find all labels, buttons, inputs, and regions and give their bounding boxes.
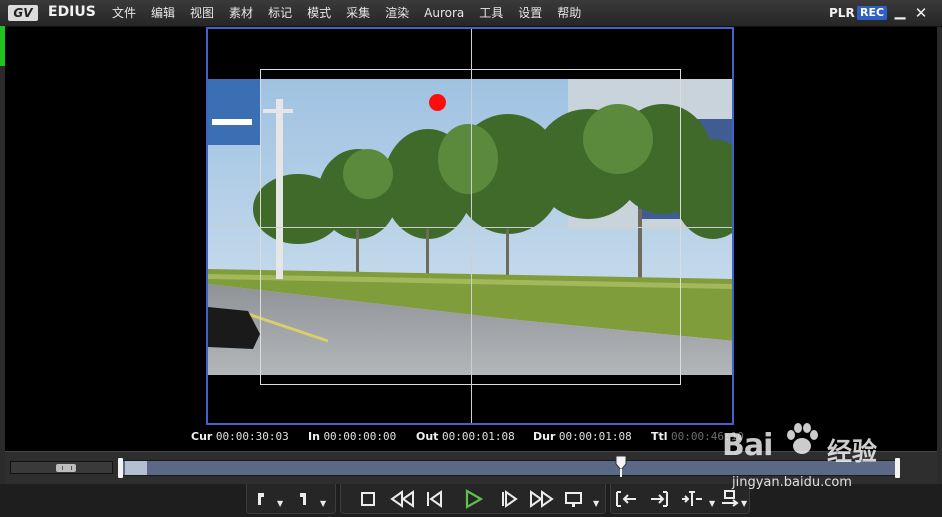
- menu-render[interactable]: 渲染: [385, 5, 409, 21]
- baidu-jingyan-text: 经验: [827, 437, 878, 466]
- set-in-point-button[interactable]: [250, 488, 272, 510]
- output-monitor-button[interactable]: [563, 488, 585, 510]
- shuttle-slider-thumb[interactable]: [56, 464, 76, 472]
- baidu-watermark: Bai 经验 jingyan.baidu.com: [722, 418, 892, 493]
- timecode-in: In 00:00:00:00: [308, 430, 396, 443]
- ttl-label: Ttl: [651, 430, 668, 443]
- menu-settings[interactable]: 设置: [518, 5, 542, 21]
- preview-monitor: [5, 27, 937, 451]
- minimize-button[interactable]: ▁: [892, 4, 908, 22]
- set-out-point-button[interactable]: [292, 488, 314, 510]
- dur-value[interactable]: 00:00:01:08: [559, 430, 632, 443]
- menu-clip[interactable]: 素材: [229, 5, 253, 21]
- player-mode-button[interactable]: PLR: [829, 6, 855, 20]
- title-bar: GV EDIUS 文件 编辑 视图 素材 标记 模式 采集 渲染 Aurora …: [0, 0, 942, 27]
- menu-bar: 文件 编辑 视图 素材 标记 模式 采集 渲染 Aurora 工具 设置 帮助: [112, 5, 596, 21]
- extend-dropdown-arrow[interactable]: ▼: [741, 500, 749, 508]
- preview-frame[interactable]: [206, 27, 734, 425]
- set-out-point-icon: [300, 493, 306, 505]
- split-edit-icon: [682, 491, 702, 506]
- out-point-handle[interactable]: [895, 458, 900, 478]
- menu-mode[interactable]: 模式: [307, 5, 331, 21]
- set-in-point-icon: [258, 493, 264, 505]
- menu-marker[interactable]: 标记: [268, 5, 292, 21]
- step-forward-icon: [502, 490, 518, 508]
- menu-help[interactable]: 帮助: [557, 5, 581, 21]
- playhead-marker[interactable]: [615, 455, 627, 477]
- rewind-button[interactable]: [389, 488, 414, 510]
- out-value[interactable]: 00:00:01:08: [442, 430, 515, 443]
- in-out-range: [125, 461, 147, 475]
- recorder-mode-button[interactable]: REC: [857, 6, 887, 20]
- play-button[interactable]: [462, 488, 484, 510]
- menu-capture[interactable]: 采集: [346, 5, 370, 21]
- dur-label: Dur: [533, 430, 556, 443]
- menu-tools[interactable]: 工具: [479, 5, 503, 21]
- cur-value[interactable]: 00:00:30:03: [216, 430, 289, 443]
- in-point-handle[interactable]: [118, 458, 123, 478]
- fast-forward-button[interactable]: [529, 488, 554, 510]
- timecode-cur: Cur 00:00:30:03: [191, 430, 289, 443]
- step-forward-button[interactable]: [498, 488, 520, 510]
- in-point-dropdown-arrow[interactable]: ▼: [277, 500, 285, 508]
- stop-icon: [361, 492, 375, 506]
- step-back-icon: [427, 490, 442, 508]
- insert-to-timeline-icon: [616, 491, 636, 507]
- shuttle-slider[interactable]: [10, 461, 113, 474]
- insert-to-timeline-button[interactable]: [614, 488, 636, 510]
- menu-file[interactable]: 文件: [112, 5, 136, 21]
- menu-view[interactable]: 视图: [190, 5, 214, 21]
- baidu-url: jingyan.baidu.com: [732, 475, 852, 490]
- out-point-dropdown-arrow[interactable]: ▼: [320, 500, 328, 508]
- in-label: In: [308, 430, 320, 443]
- step-back-button[interactable]: [423, 488, 445, 510]
- output-monitor-icon: [565, 492, 582, 507]
- timecode-dur: Dur 00:00:01:08: [533, 430, 632, 443]
- in-value[interactable]: 00:00:00:00: [323, 430, 396, 443]
- fast-forward-icon: [530, 490, 554, 508]
- app-name: EDIUS: [48, 4, 96, 20]
- timecode-out: Out 00:00:01:08: [416, 430, 515, 443]
- stop-button[interactable]: [357, 488, 379, 510]
- cur-label: Cur: [191, 430, 213, 443]
- output-dropdown-arrow[interactable]: ▼: [593, 500, 601, 508]
- menu-aurora[interactable]: Aurora: [424, 5, 464, 21]
- split-edit-button[interactable]: [679, 488, 702, 510]
- play-icon: [465, 489, 484, 509]
- baidu-logo: Bai: [722, 428, 773, 463]
- menu-edit[interactable]: 编辑: [151, 5, 175, 21]
- mark-group: ▼ ▼: [246, 484, 336, 514]
- playback-group: ▼: [340, 484, 606, 514]
- paw-icon: [787, 423, 818, 454]
- out-label: Out: [416, 430, 439, 443]
- record-indicator: [429, 94, 446, 111]
- overwrite-to-timeline-icon: [651, 491, 668, 507]
- center-guide-horizontal: [208, 227, 732, 228]
- close-button[interactable]: ✕: [912, 4, 930, 22]
- overwrite-to-timeline-button[interactable]: [648, 488, 670, 510]
- split-dropdown-arrow[interactable]: ▼: [709, 500, 717, 508]
- rewind-icon: [390, 490, 414, 508]
- gv-logo: GV: [8, 5, 38, 21]
